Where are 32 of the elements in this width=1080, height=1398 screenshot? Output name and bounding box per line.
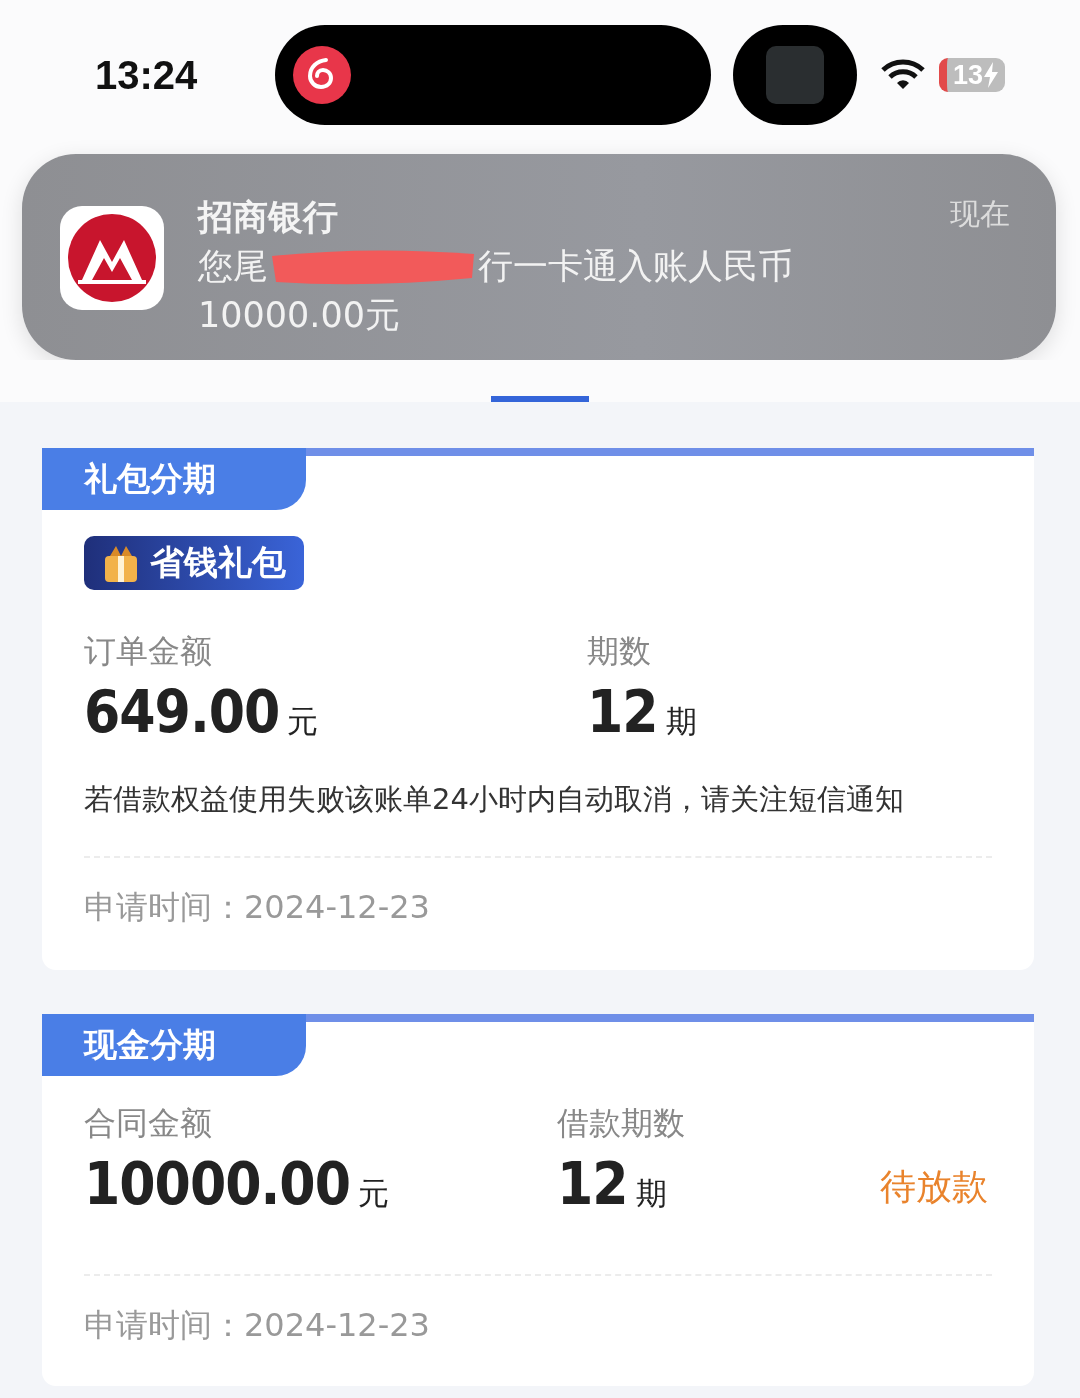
- unit-label: 期: [665, 702, 697, 741]
- field-value: 649.00: [84, 678, 280, 746]
- clock-time: 13:24: [95, 52, 199, 98]
- field-value: 10000.00: [84, 1150, 350, 1218]
- field-label: 订单金额: [84, 631, 213, 672]
- notification-time: 现在: [950, 195, 1010, 233]
- notification-message: 行一卡通入账人民币: [478, 245, 793, 288]
- installment-card[interactable]: 现金分期 合同金额 10000.00 元 借款期数 12 期 待放款 申请时间：2024-12-23: [42, 1014, 1034, 1386]
- unit-label: 期: [635, 1174, 667, 1213]
- music-app-icon: [293, 46, 351, 104]
- notice-text: 若借款权益使用失败该账单24小时内自动取消，请关注短信通知: [84, 781, 905, 818]
- apply-date: 申请时间：2024-12-23: [84, 887, 431, 928]
- apply-date: 申请时间：2024-12-23: [84, 1305, 431, 1346]
- album-art-icon: [766, 46, 824, 104]
- charging-bolt-icon: [983, 62, 1000, 88]
- notification-message: 您尾: [198, 245, 268, 288]
- unit-label: 元: [287, 702, 319, 741]
- notification-message: 10000.00元: [198, 294, 401, 337]
- wifi-icon: [881, 59, 925, 91]
- card-tag: 现金分期: [42, 1014, 306, 1076]
- notification-app-name: 招商银行: [198, 196, 339, 239]
- field-label: 借款期数: [557, 1103, 686, 1144]
- field-label: 期数: [587, 631, 652, 672]
- field-label: 合同金额: [84, 1103, 213, 1144]
- installment-card[interactable]: 礼包分期 省钱礼包 订单金额 649.00 元 期数 12 期 若借款权益使用失败该账单24小时内自动取消，请关注短信通知 申请时间：2024-12-23: [42, 448, 1034, 970]
- card-tag: 礼包分期: [42, 448, 306, 510]
- field-value: 12: [557, 1150, 628, 1218]
- gift-badge: 省钱礼包: [84, 536, 304, 590]
- status-label: 待放款: [880, 1165, 989, 1209]
- field-value: 12: [587, 678, 658, 746]
- unit-label: 元: [358, 1174, 389, 1213]
- battery-indicator: 13: [939, 58, 1006, 92]
